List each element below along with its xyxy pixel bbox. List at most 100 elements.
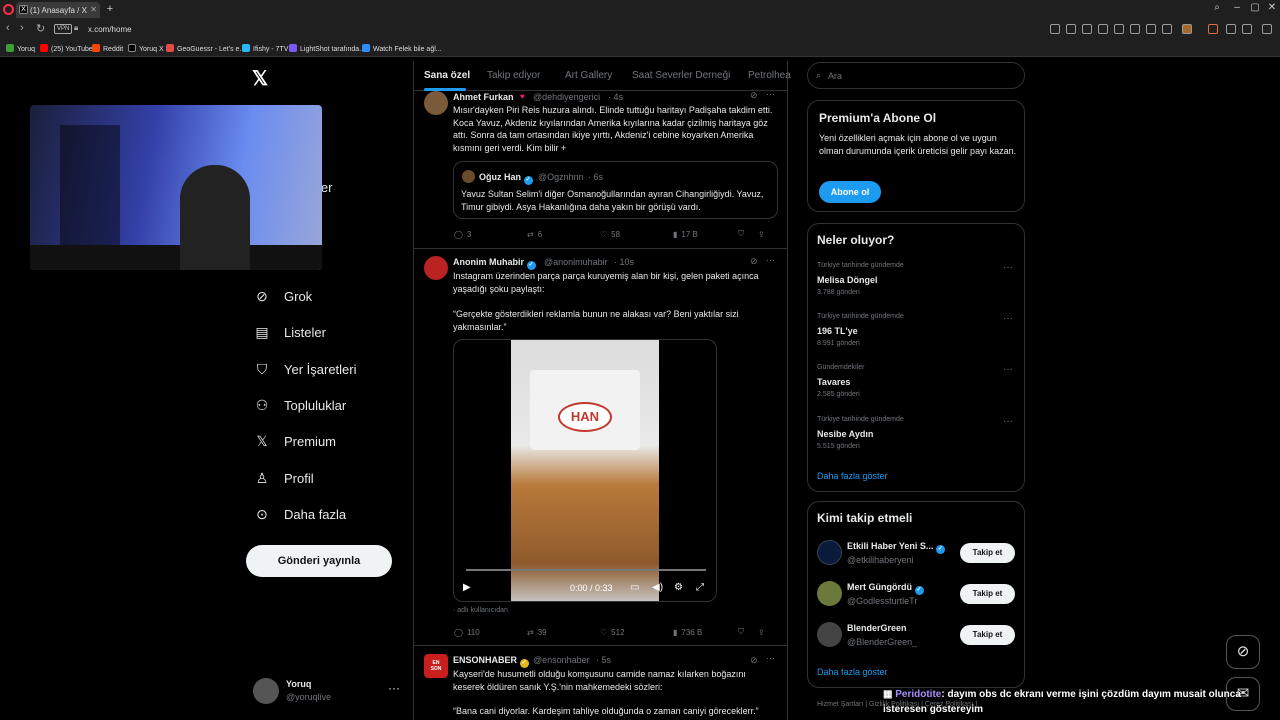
tweet-author-name[interactable]: Ahmet Furkan <box>453 92 514 102</box>
trend-context[interactable]: Türkiye tarihinde gündemde <box>817 262 904 269</box>
trend-count[interactable]: 5.515 gönderi <box>817 443 860 450</box>
tweet-time[interactable]: · 10s <box>614 257 634 267</box>
tweet-time[interactable]: · 4s <box>608 92 623 102</box>
follow-show-more-link[interactable]: Daha fazla göster <box>817 667 888 677</box>
trend-more-icon[interactable]: ··· <box>1003 364 1013 375</box>
trend-name[interactable]: Melisa Döngel <box>817 275 878 285</box>
avatar[interactable] <box>424 91 448 115</box>
account-name[interactable]: Yoruq <box>286 679 311 689</box>
share-icon[interactable]: ⇪ <box>758 628 765 637</box>
trends-show-more-link[interactable]: Daha fazla göster <box>817 471 888 481</box>
nav-item-communities[interactable]: ⚇ Topluluklar <box>254 397 346 413</box>
trend-context[interactable]: Türkiye tarihinde gündemde <box>817 313 904 320</box>
extension-icon[interactable] <box>1066 24 1076 34</box>
media-source[interactable]: · adlı kullanıcıdan <box>453 607 508 614</box>
tweet-author-name[interactable]: ENSONHABER ✓ <box>453 655 529 668</box>
trend-name[interactable]: Tavares <box>817 377 850 387</box>
tweet-author-name[interactable]: Anonim Muhabir ✓ <box>453 257 536 270</box>
avatar[interactable] <box>817 622 842 647</box>
grok-icon[interactable]: ⊘ <box>750 256 758 267</box>
post-button[interactable]: Gönderi yayınla <box>246 545 392 577</box>
subscribe-button[interactable]: Abone ol <box>819 181 881 203</box>
account-avatar[interactable] <box>253 678 279 704</box>
share-icon[interactable]: ⇪ <box>758 230 765 239</box>
reply-button[interactable]: ◯ 3 <box>454 230 527 239</box>
follow-button[interactable]: Takip et <box>960 625 1015 645</box>
vpn-badge[interactable]: VPN <box>54 24 73 34</box>
play-icon[interactable]: ▶ <box>463 582 471 593</box>
close-window-icon[interactable]: ✕ <box>1265 2 1279 13</box>
avatar[interactable]: EN SON <box>424 654 448 678</box>
grok-icon[interactable]: ⊘ <box>750 90 758 101</box>
minimize-icon[interactable]: – <box>1230 2 1244 13</box>
bookmark-item[interactable]: Yoruq <box>6 44 35 53</box>
follow-handle[interactable]: @GodlessturtleTr <box>847 596 917 606</box>
search-tabs-icon[interactable]: ⌕ <box>1210 2 1224 13</box>
extension-icon[interactable] <box>1098 24 1108 34</box>
play-icon[interactable] <box>1226 24 1236 34</box>
extension-icon[interactable] <box>1082 24 1092 34</box>
trend-more-icon[interactable]: ··· <box>1003 416 1013 427</box>
profile-avatar-icon[interactable] <box>1182 24 1192 34</box>
trend-count[interactable]: 3.788 gönderi <box>817 289 860 296</box>
lock-icon[interactable]: 🔒︎ <box>74 23 78 33</box>
trend-more-icon[interactable]: ··· <box>1003 262 1013 273</box>
grok-float-button[interactable]: ⊘ <box>1226 635 1260 669</box>
reload-icon[interactable]: ↻ <box>36 22 45 35</box>
follow-button[interactable]: Takip et <box>960 584 1015 604</box>
bookmark-item[interactable]: LightShot tarafında... <box>289 44 365 53</box>
tab-following[interactable]: Takip ediyor <box>487 70 540 81</box>
extension-icon[interactable] <box>1208 24 1218 34</box>
bookmark-item[interactable]: Ifishy - 7TV <box>242 44 288 53</box>
follow-handle[interactable]: @etkilihaberyeni <box>847 555 914 565</box>
close-tab-icon[interactable]: ✕ <box>90 5 97 14</box>
extension-icon[interactable] <box>1114 24 1124 34</box>
video-progress-bar[interactable] <box>466 569 706 571</box>
x-logo-icon[interactable]: 𝕏 <box>252 66 268 91</box>
volume-icon[interactable]: ◀) <box>652 582 663 593</box>
zoom-icon[interactable] <box>1050 24 1060 34</box>
account-handle[interactable]: @yoruqlive <box>286 692 331 702</box>
follow-name[interactable]: BlenderGreen <box>847 623 907 633</box>
tab-art-gallery[interactable]: Art Gallery <box>565 70 612 81</box>
follow-handle[interactable]: @BlenderGreen_ <box>847 637 917 647</box>
tweet-more-icon[interactable]: ··· <box>766 653 775 663</box>
follow-button[interactable]: Takip et <box>960 543 1015 563</box>
nav-item-grok[interactable]: ⊘ Grok <box>254 288 312 304</box>
forward-icon[interactable]: › <box>20 22 24 34</box>
url-field[interactable]: x.com/home <box>88 25 132 34</box>
download-icon[interactable] <box>1146 24 1156 34</box>
extension-icon[interactable] <box>1130 24 1140 34</box>
repost-button[interactable]: ⇄ 39 <box>527 628 600 637</box>
back-icon[interactable]: ‹ <box>6 22 10 34</box>
video-player[interactable]: HAN ▶ 0:00 / 0:33 ▭ ◀) ⚙ ⤢ <box>453 339 717 602</box>
avatar[interactable] <box>424 256 448 280</box>
nav-item-bookmarks[interactable]: ⛉ Yer İşaretleri <box>254 361 357 377</box>
new-tab-button[interactable]: + <box>104 3 116 15</box>
like-button[interactable]: ♡ 58 <box>600 230 673 239</box>
settings-icon[interactable]: ⚙ <box>674 582 683 593</box>
ai-icon[interactable] <box>1262 24 1272 34</box>
follow-name[interactable]: Etkili Haber Yeni S... ✓ <box>847 541 945 554</box>
account-more-icon[interactable]: ··· <box>388 681 400 695</box>
views-button[interactable]: ▮ 736 B <box>673 628 738 637</box>
opera-logo-icon[interactable] <box>3 4 14 15</box>
bookmark-item[interactable]: (25) YouTube <box>40 44 93 53</box>
reply-button[interactable]: ◯ 110 <box>454 628 527 637</box>
tweet-time[interactable]: · 5s <box>596 655 611 665</box>
nav-item-premium[interactable]: 𝕏 Premium <box>254 433 336 449</box>
maximize-icon[interactable]: ▢ <box>1248 2 1262 13</box>
trend-count[interactable]: 8.991 gönderi <box>817 340 860 347</box>
fullscreen-icon[interactable]: ⤢ <box>696 582 704 593</box>
browser-tab[interactable]: X (1) Anasayfa / X ✕ <box>16 2 100 18</box>
tab-saat-severler[interactable]: Saat Severler Derneği <box>632 70 730 81</box>
trend-name[interactable]: 196 TL'ye <box>817 326 858 336</box>
tweet-author-handle[interactable]: @ensonhaber <box>533 655 590 665</box>
trend-count[interactable]: 2.585 gönderi <box>817 391 860 398</box>
avatar[interactable] <box>817 581 842 606</box>
nav-item-more[interactable]: ⊙ Daha fazla <box>254 506 346 522</box>
like-button[interactable]: ♡ 512 <box>600 628 673 637</box>
views-button[interactable]: ▮ 17 B <box>673 230 738 239</box>
bookmark-item[interactable]: Watch Felek bile ağl... <box>362 44 442 53</box>
extension-icon[interactable] <box>1162 24 1172 34</box>
